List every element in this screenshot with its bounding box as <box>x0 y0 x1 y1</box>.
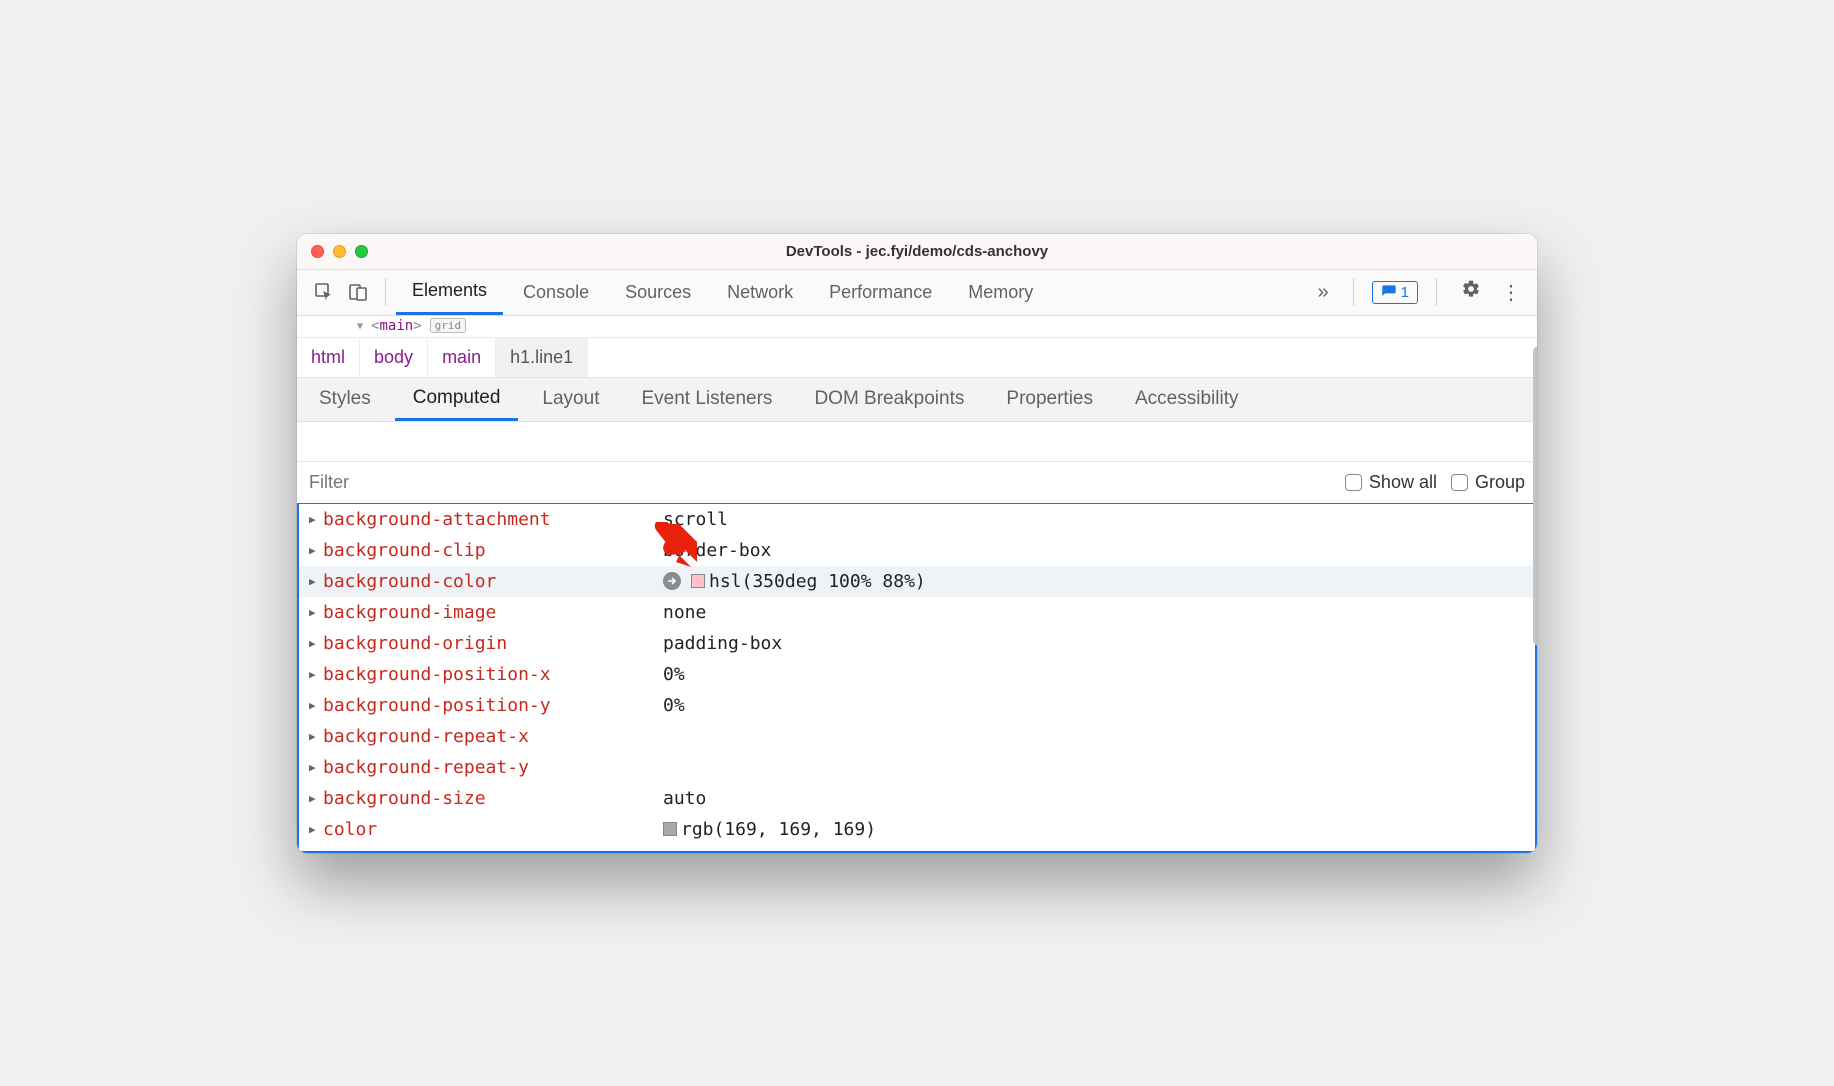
expand-triangle-icon[interactable]: ▶ <box>309 668 323 681</box>
subtab-dom-breakpoints[interactable]: DOM Breakpoints <box>796 378 982 421</box>
device-toolbar-icon[interactable] <box>347 281 369 303</box>
property-value: scroll <box>663 509 728 530</box>
message-icon <box>1381 284 1397 300</box>
minimize-window-button[interactable] <box>333 245 346 258</box>
expand-triangle-icon[interactable]: ▶ <box>309 792 323 805</box>
tab-memory[interactable]: Memory <box>952 270 1049 315</box>
property-value: 0% <box>663 664 685 685</box>
expand-triangle-icon[interactable]: ▶ <box>309 699 323 712</box>
group-checkbox[interactable]: Group <box>1451 472 1525 493</box>
main-tabs: Elements Console Sources Network Perform… <box>396 270 1049 315</box>
computed-property-row[interactable]: ▶background-color hsl(350deg 100% 88%) <box>299 566 1535 597</box>
main-toolbar: Elements Console Sources Network Perform… <box>297 270 1537 316</box>
filter-input[interactable] <box>309 472 1325 493</box>
computed-property-row[interactable]: ▶background-repeat-x <box>299 721 1535 752</box>
property-name: background-color <box>323 571 663 592</box>
settings-icon[interactable] <box>1455 279 1487 305</box>
computed-property-row[interactable]: ▶background-imagenone <box>299 597 1535 628</box>
subtab-computed[interactable]: Computed <box>395 378 519 421</box>
property-name: background-position-x <box>323 664 663 685</box>
property-name: background-attachment <box>323 509 663 530</box>
computed-property-row[interactable]: ▶background-position-x0% <box>299 659 1535 690</box>
computed-property-row[interactable]: ▶background-position-y0% <box>299 690 1535 721</box>
tab-network[interactable]: Network <box>711 270 809 315</box>
property-value: border-box <box>663 540 771 561</box>
breadcrumb: html body main h1.line1 <box>297 338 1537 378</box>
computed-property-row[interactable]: ▶background-repeat-y <box>299 752 1535 783</box>
tab-console[interactable]: Console <box>507 270 605 315</box>
computed-property-row[interactable]: ▶color rgb(169, 169, 169) <box>299 814 1535 845</box>
dom-tree-row[interactable]: ▼ <main> grid <box>297 316 1537 338</box>
devtools-window: DevTools - jec.fyi/demo/cds-anchovy Elem… <box>297 234 1537 853</box>
checkbox-icon <box>1345 474 1362 491</box>
computed-property-row[interactable]: ▶background-sizeauto <box>299 783 1535 814</box>
breadcrumb-item[interactable]: html <box>297 338 360 377</box>
expand-triangle-icon[interactable]: ▶ <box>309 575 323 588</box>
console-messages-badge[interactable]: 1 <box>1372 281 1418 304</box>
property-name: color <box>323 819 663 840</box>
subtab-styles[interactable]: Styles <box>301 378 389 421</box>
color-swatch-icon[interactable] <box>663 822 677 836</box>
property-name: background-repeat-y <box>323 757 663 778</box>
expand-triangle-icon[interactable]: ▶ <box>309 606 323 619</box>
subtab-accessibility[interactable]: Accessibility <box>1117 378 1256 421</box>
close-window-button[interactable] <box>311 245 324 258</box>
property-value: none <box>663 602 706 623</box>
toolbar-separator <box>1353 278 1354 306</box>
expand-triangle-icon[interactable]: ▶ <box>309 544 323 557</box>
property-value: 0% <box>663 695 685 716</box>
grid-badge[interactable]: grid <box>430 318 467 333</box>
tab-performance[interactable]: Performance <box>813 270 948 315</box>
property-name: background-size <box>323 788 663 809</box>
dom-tag: <main> <box>371 318 422 334</box>
expand-triangle-icon[interactable]: ▶ <box>309 513 323 526</box>
sidebar-tabs: Styles Computed Layout Event Listeners D… <box>297 378 1537 422</box>
window-title: DevTools - jec.fyi/demo/cds-anchovy <box>297 243 1537 260</box>
property-value: padding-box <box>663 633 782 654</box>
property-name: background-clip <box>323 540 663 561</box>
show-all-checkbox[interactable]: Show all <box>1345 472 1437 493</box>
window-controls <box>311 245 368 258</box>
breadcrumb-item[interactable]: main <box>428 338 496 377</box>
toolbar-separator <box>385 278 386 306</box>
checkbox-icon <box>1451 474 1468 491</box>
property-value: hsl(350deg 100% 88%) <box>709 571 926 592</box>
subtab-layout[interactable]: Layout <box>524 378 617 421</box>
expand-triangle-icon[interactable]: ▶ <box>309 823 323 836</box>
computed-property-row[interactable]: ▶background-attachmentscroll <box>299 504 1535 535</box>
goto-source-icon[interactable] <box>663 572 681 590</box>
tab-sources[interactable]: Sources <box>609 270 707 315</box>
message-count: 1 <box>1401 284 1409 301</box>
subtab-properties[interactable]: Properties <box>988 378 1111 421</box>
computed-property-row[interactable]: ▶background-originpadding-box <box>299 628 1535 659</box>
more-tabs-button[interactable]: » <box>1312 281 1335 304</box>
property-value: auto <box>663 788 706 809</box>
computed-property-row[interactable]: ▶background-clipborder-box <box>299 535 1535 566</box>
property-name: background-position-y <box>323 695 663 716</box>
property-name: background-repeat-x <box>323 726 663 747</box>
computed-properties-list: ▶background-attachmentscroll▶background-… <box>297 504 1537 853</box>
scrollbar[interactable] <box>1533 346 1537 646</box>
property-name: background-origin <box>323 633 663 654</box>
maximize-window-button[interactable] <box>355 245 368 258</box>
expand-triangle-icon[interactable]: ▶ <box>309 637 323 650</box>
toolbar-separator <box>1436 278 1437 306</box>
tab-elements[interactable]: Elements <box>396 270 503 315</box>
breadcrumb-item[interactable]: body <box>360 338 428 377</box>
breadcrumb-item-current[interactable]: h1.line1 <box>496 338 588 377</box>
property-value: rgb(169, 169, 169) <box>681 819 876 840</box>
expand-triangle-icon[interactable]: ▶ <box>309 761 323 774</box>
color-swatch-icon[interactable] <box>691 574 705 588</box>
inspect-element-icon[interactable] <box>313 281 335 303</box>
checkbox-label: Show all <box>1369 472 1437 493</box>
checkbox-label: Group <box>1475 472 1525 493</box>
expand-triangle-icon[interactable]: ▶ <box>309 730 323 743</box>
kebab-menu-icon[interactable]: ⋮ <box>1495 280 1527 305</box>
subtab-event-listeners[interactable]: Event Listeners <box>623 378 790 421</box>
expand-triangle-icon[interactable]: ▼ <box>357 321 363 332</box>
titlebar: DevTools - jec.fyi/demo/cds-anchovy <box>297 234 1537 270</box>
filter-bar: Show all Group <box>297 462 1537 504</box>
box-model-area <box>297 422 1537 462</box>
property-name: background-image <box>323 602 663 623</box>
